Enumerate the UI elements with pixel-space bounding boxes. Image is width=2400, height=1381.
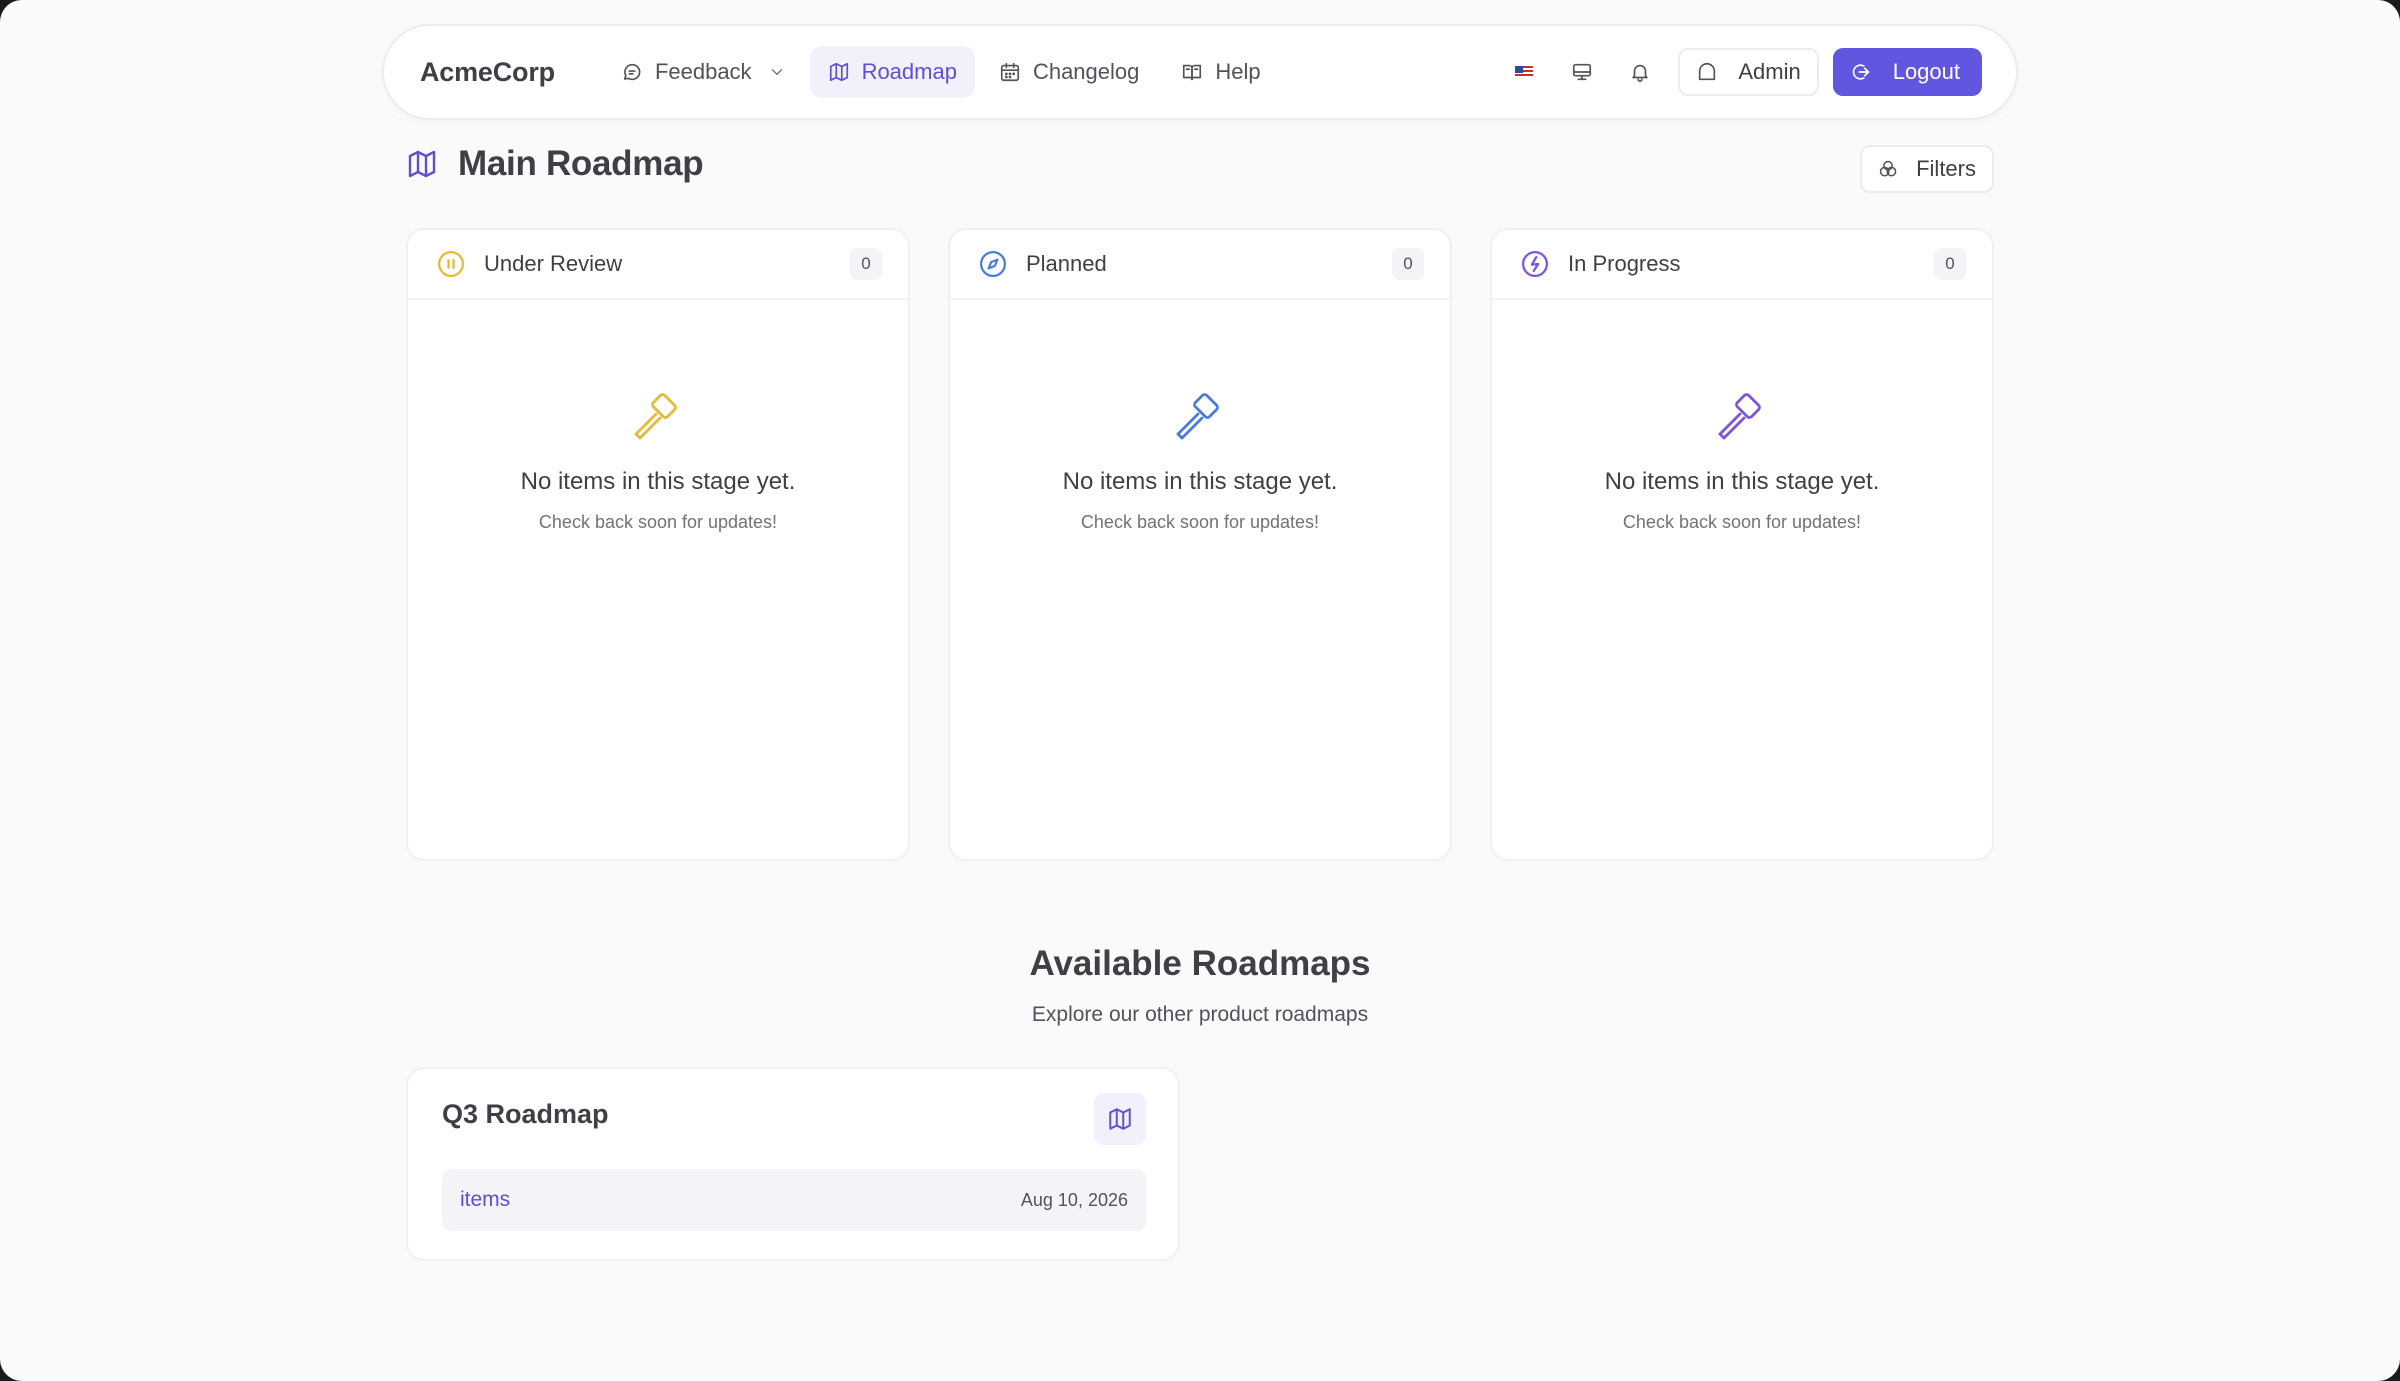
admin-button[interactable]: Admin: [1678, 48, 1819, 96]
page-title: Main Roadmap: [458, 144, 704, 183]
stage-header: Planned 0: [950, 230, 1450, 300]
logout-icon: [1852, 64, 1869, 80]
page-header: Main Roadmap: [406, 144, 704, 184]
roadmap-card-title: Q3 Roadmap: [442, 1099, 609, 1129]
nav-item-label: Roadmap: [861, 59, 957, 84]
hammer-icon: [1176, 393, 1219, 440]
nav-item-roadmap[interactable]: Roadmap: [809, 46, 975, 98]
empty-title: No items in this stage yet.: [1062, 468, 1338, 495]
empty-subtitle: Check back soon for updates!: [538, 512, 778, 532]
app-window: AcmeCorp Feedback Roadmap Changelog Help…: [0, 0, 2400, 1381]
stage-column-in-progress: In Progress 0 No items in this stage yet…: [1490, 228, 1994, 861]
message-icon: [623, 63, 641, 81]
stage-title: Under Review: [484, 251, 623, 276]
roadmap-items-link[interactable]: items: [460, 1188, 510, 1212]
hammer-icon: [1718, 393, 1761, 440]
home-icon: [1699, 62, 1716, 81]
navbar-actions: Admin Logout: [1500, 48, 1982, 96]
admin-label: Admin: [1738, 59, 1801, 84]
stage-header: Under Review 0: [408, 230, 908, 300]
book-icon: [1183, 64, 1202, 81]
map-icon: [408, 150, 436, 178]
language-button[interactable]: [1500, 48, 1548, 96]
nav-items: Feedback Roadmap Changelog Help: [603, 46, 1279, 98]
filters-button[interactable]: Filters: [1860, 145, 1994, 193]
lightning-circle-icon: [1522, 251, 1548, 277]
stage-title: In Progress: [1568, 251, 1681, 276]
stage-column-under-review: Under Review 0 No items in this stage ye…: [406, 228, 910, 861]
roadmap-card[interactable]: Q3 Roadmap items Aug 10, 2026: [406, 1067, 1180, 1261]
map-icon: [1109, 1108, 1131, 1130]
calendar-icon: [1000, 62, 1020, 82]
nav-item-feedback[interactable]: Feedback: [603, 46, 804, 98]
compass-icon: [980, 251, 1006, 277]
chevron-down-icon: [771, 69, 782, 75]
map-icon: [829, 62, 848, 82]
stage-title: Planned: [1026, 251, 1107, 276]
brand-logo[interactable]: AcmeCorp: [420, 57, 555, 88]
hammer-icon: [634, 393, 677, 440]
nav-item-label: Changelog: [1032, 59, 1140, 84]
nav-item-help[interactable]: Help: [1163, 46, 1278, 98]
notifications-button[interactable]: [1616, 48, 1664, 96]
monitor-icon: [1573, 63, 1592, 81]
nav-item-label: Help: [1215, 59, 1261, 84]
filters-label: Filters: [1916, 156, 1976, 181]
us-flag-icon: [1515, 66, 1534, 78]
stage-count-badge: 0: [850, 248, 882, 280]
empty-subtitle: Check back soon for updates!: [1622, 512, 1862, 532]
stage-count-badge: 0: [1392, 248, 1424, 280]
empty-state: No items in this stage yet. Check back s…: [1492, 390, 1992, 533]
pause-circle-icon: [438, 251, 464, 277]
available-roadmaps-subtitle: Explore our other product roadmaps: [1031, 1003, 1369, 1026]
bell-icon: [1632, 64, 1649, 82]
logout-button[interactable]: Logout: [1832, 48, 1982, 96]
empty-state: No items in this stage yet. Check back s…: [950, 390, 1450, 533]
roadmap-card-meta[interactable]: items Aug 10, 2026: [442, 1169, 1146, 1231]
filter-circles-icon: [1879, 160, 1897, 177]
top-navbar: AcmeCorp Feedback Roadmap Changelog Help…: [382, 24, 2018, 120]
stage-header: In Progress 0: [1492, 230, 1992, 300]
logout-label: Logout: [1892, 59, 1960, 84]
empty-state: No items in this stage yet. Check back s…: [408, 390, 908, 533]
stage-column-planned: Planned 0 No items in this stage yet. Ch…: [948, 228, 1452, 861]
empty-title: No items in this stage yet.: [1604, 468, 1880, 495]
nav-item-changelog[interactable]: Changelog: [981, 46, 1157, 98]
empty-subtitle: Check back soon for updates!: [1080, 512, 1320, 532]
display-button[interactable]: [1558, 48, 1606, 96]
stage-count-badge: 0: [1934, 248, 1966, 280]
roadmap-date: Aug 10, 2026: [1020, 1189, 1128, 1210]
nav-item-label: Feedback: [654, 59, 752, 84]
available-roadmaps-title: Available Roadmaps: [1029, 944, 1371, 983]
empty-title: No items in this stage yet.: [520, 468, 796, 495]
open-roadmap-button[interactable]: [1094, 1093, 1146, 1145]
